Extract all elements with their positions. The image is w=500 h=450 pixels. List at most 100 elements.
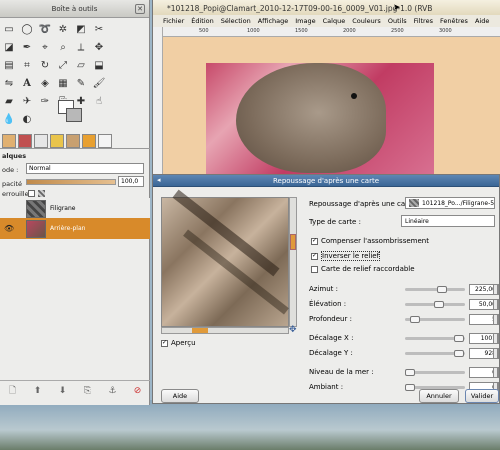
menu-fenetres[interactable]: Fenêtres <box>440 17 468 25</box>
tab-patterns[interactable] <box>66 134 80 148</box>
color-select-icon[interactable]: ◩ <box>73 21 89 37</box>
invert-checkbox[interactable]: ✓ <box>311 252 318 260</box>
menu-selection[interactable]: Sélection <box>221 17 251 25</box>
menu-outils[interactable]: Outils <box>388 17 407 25</box>
foreground-select-icon[interactable]: ◪ <box>1 39 17 55</box>
lock-alpha-icon[interactable] <box>38 190 45 197</box>
layer-row-selected[interactable]: 👁 Arrière-plan <box>0 218 150 239</box>
slider-handle[interactable] <box>433 301 444 308</box>
slider-handle[interactable] <box>410 316 421 323</box>
tab-channels[interactable] <box>18 134 32 148</box>
text-icon[interactable]: A <box>19 75 35 91</box>
slider-handle[interactable] <box>405 369 415 376</box>
scale-icon[interactable]: ⤢ <box>55 57 71 73</box>
preview-vertical-scrollbar[interactable] <box>289 197 297 327</box>
zoom-icon[interactable]: ⌕ <box>55 39 71 55</box>
measure-icon[interactable]: ⟂ <box>73 39 89 55</box>
ellipse-select-icon[interactable]: ◯ <box>19 21 35 37</box>
heal-icon[interactable]: ✚ <box>73 93 89 109</box>
scroll-thumb[interactable] <box>290 234 296 250</box>
lasso-icon[interactable]: ➰ <box>37 21 53 37</box>
new-layer-icon[interactable]: 🗋 <box>7 386 18 397</box>
vertical-ruler[interactable] <box>153 27 163 175</box>
paths-icon[interactable]: ✒ <box>19 39 35 55</box>
ink-icon[interactable]: ✑ <box>37 93 53 109</box>
menu-edition[interactable]: Édition <box>191 17 214 25</box>
menu-fichier[interactable]: Fichier <box>163 17 184 25</box>
smudge-icon[interactable]: ☝ <box>91 93 107 109</box>
param-slider[interactable] <box>405 288 465 291</box>
spin-arrows-icon[interactable] <box>493 367 498 378</box>
spin-arrows-icon[interactable] <box>493 284 498 295</box>
lower-layer-icon[interactable]: ⬇ <box>57 386 68 397</box>
tileable-checkbox[interactable] <box>311 265 318 273</box>
pencil-icon[interactable]: ✎ <box>73 75 89 91</box>
dodge-icon[interactable]: ◐ <box>19 111 35 127</box>
airbrush-icon[interactable]: ✈ <box>19 93 35 109</box>
scissors-icon[interactable]: ✂ <box>91 21 107 37</box>
gradient-icon[interactable]: ▦ <box>55 75 71 91</box>
preview-checkbox-row[interactable]: ✓ Aperçu <box>161 339 196 347</box>
menu-filtres[interactable]: Filtres <box>414 17 433 25</box>
spin-arrows-icon[interactable] <box>493 314 498 325</box>
eraser-icon[interactable]: ▰ <box>1 93 17 109</box>
checkbox-row[interactable]: ✓ Compenser l'assombrissement <box>311 237 429 245</box>
layer-row[interactable]: Filigrane <box>0 198 150 219</box>
slider-handle[interactable] <box>454 335 465 342</box>
close-icon[interactable]: ✕ <box>135 4 145 14</box>
mode-select[interactable]: Normal <box>26 163 144 174</box>
menu-calque[interactable]: Calque <box>323 17 346 25</box>
brush-icon[interactable]: 🖌 <box>91 75 107 91</box>
delete-layer-icon[interactable]: ⊘ <box>132 386 143 397</box>
navigate-icon[interactable]: ✥ <box>289 325 297 335</box>
perspective-icon[interactable]: ⬓ <box>91 57 107 73</box>
align-icon[interactable]: ▤ <box>1 57 17 73</box>
checkbox-row[interactable]: ✓ Inverser le relief <box>311 251 381 261</box>
background-color-swatch[interactable] <box>66 108 82 122</box>
dialog-titlebar[interactable]: ◂ Repoussage d'après une carte <box>153 175 499 187</box>
horizontal-ruler[interactable]: 500 1000 1500 2000 2500 3000 <box>163 27 500 37</box>
preview-area[interactable] <box>161 189 289 327</box>
fuzzy-select-icon[interactable]: ✲ <box>55 21 71 37</box>
preview-checkbox[interactable]: ✓ <box>161 339 168 347</box>
raise-layer-icon[interactable]: ⬆ <box>32 386 43 397</box>
toolbox-titlebar[interactable]: Boîte à outils ✕ <box>0 0 149 18</box>
tab-gradients[interactable] <box>82 134 96 148</box>
menu-affichage[interactable]: Affichage <box>258 17 289 25</box>
ok-button[interactable]: Valider <box>465 389 499 403</box>
menu-aide[interactable]: Aide <box>475 17 489 25</box>
crop-icon[interactable]: ⌗ <box>19 57 35 73</box>
bucket-fill-icon[interactable]: ◈ <box>37 75 53 91</box>
rotate-icon[interactable]: ↻ <box>37 57 53 73</box>
scroll-thumb[interactable] <box>192 328 208 333</box>
menu-image[interactable]: Image <box>295 17 315 25</box>
preview-horizontal-scrollbar[interactable] <box>161 327 289 334</box>
cancel-button[interactable]: Annuler <box>419 389 459 403</box>
opacity-slider[interactable] <box>26 179 116 185</box>
slider-handle[interactable] <box>436 286 447 293</box>
spin-arrows-icon[interactable] <box>493 299 498 310</box>
rect-select-icon[interactable]: ▭ <box>1 21 17 37</box>
slider-handle[interactable] <box>405 384 415 391</box>
dialog-menu-icon[interactable]: ◂ <box>157 176 161 184</box>
tab-fonts[interactable] <box>98 134 112 148</box>
compensate-checkbox[interactable]: ✓ <box>311 237 318 245</box>
tab-layers[interactable] <box>2 134 16 148</box>
type-select[interactable]: Linéaire <box>401 215 495 227</box>
duplicate-layer-icon[interactable]: ⎘ <box>82 386 93 397</box>
slider-handle[interactable] <box>454 350 465 357</box>
tab-paths[interactable] <box>34 134 48 148</box>
flip-icon[interactable]: ⇋ <box>1 75 17 91</box>
menu-couleurs[interactable]: Couleurs <box>352 17 381 25</box>
lock-pixels-checkbox[interactable] <box>28 190 35 197</box>
checkbox-row[interactable]: Carte de relief raccordable <box>311 265 415 273</box>
opacity-field[interactable]: 100,0 <box>118 176 144 187</box>
move-icon[interactable]: ✥ <box>91 39 107 55</box>
shear-icon[interactable]: ▱ <box>73 57 89 73</box>
map-select[interactable]: 101218_Po.../Filigrane-5 <box>405 197 495 209</box>
help-button[interactable]: Aide <box>161 389 199 403</box>
tab-brushes[interactable] <box>50 134 64 148</box>
eye-icon[interactable]: 👁 <box>0 224 26 233</box>
anchor-icon[interactable]: ⚓ <box>107 386 118 397</box>
color-picker-icon[interactable]: ⌖ <box>37 39 53 55</box>
